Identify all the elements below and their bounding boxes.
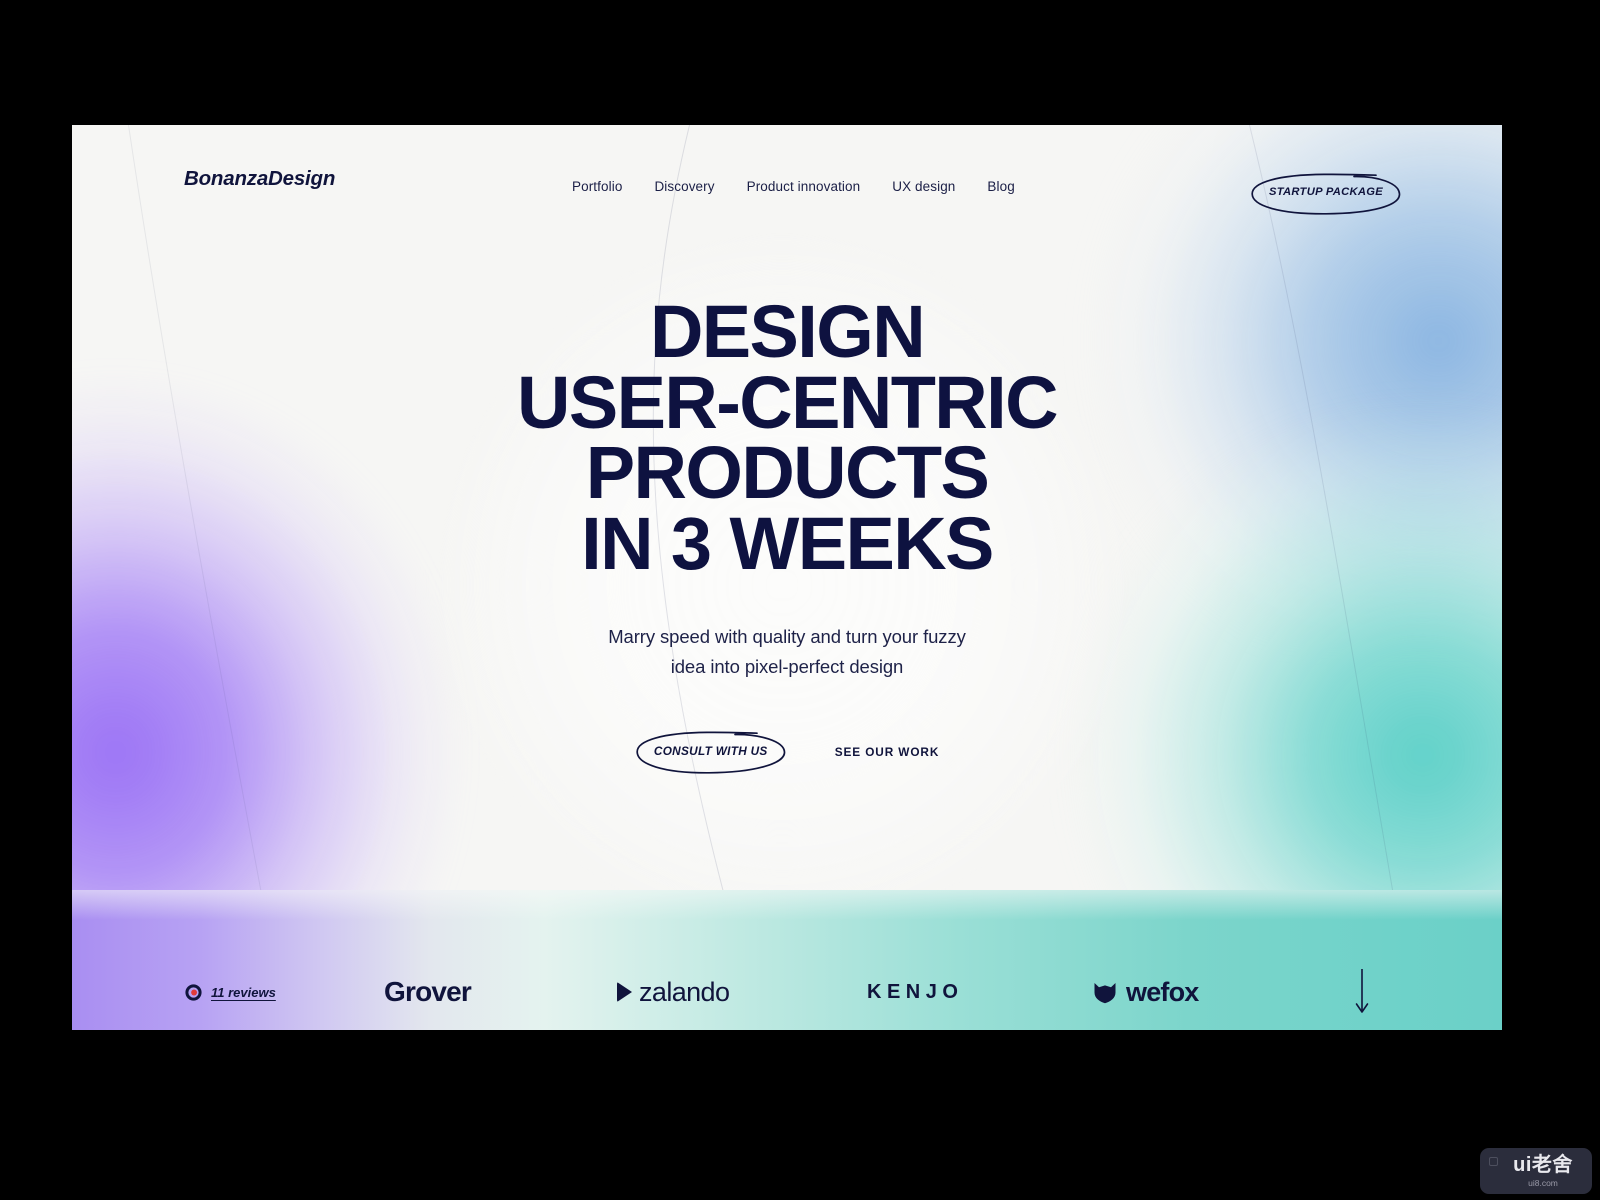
startup-package-button[interactable]: STARTUP PACKAGE — [1250, 171, 1402, 217]
brand-logo-zalando[interactable]: zalando — [617, 976, 730, 1008]
screenshot-stage: 11 reviews Grover zalando KENJO wefox Bo… — [0, 0, 1600, 1200]
zalando-triangle-icon — [617, 982, 632, 1002]
brand-logo-wefox[interactable]: wefox — [1092, 977, 1199, 1008]
site-header: BonanzaDesign Portfolio Discovery Produc… — [72, 125, 1502, 275]
logo-band-top-fade — [72, 890, 1502, 920]
partner-logo-band: 11 reviews Grover zalando KENJO wefox — [72, 890, 1502, 1030]
clutch-reviews[interactable]: 11 reviews — [184, 983, 276, 1002]
watermark-badge: ui老舍 ui8.com — [1480, 1148, 1592, 1194]
headline-line-1: DESIGN — [649, 290, 926, 373]
website-frame: 11 reviews Grover zalando KENJO wefox Bo… — [72, 125, 1502, 1030]
watermark-corner-icon — [1489, 1157, 1498, 1166]
watermark-url: ui8.com — [1528, 1177, 1558, 1188]
nav-item-discovery[interactable]: Discovery — [654, 179, 714, 194]
headline-line-4: IN 3 WEEKS — [581, 501, 994, 585]
page-title: DESIGN USER-CENTRIC PRODUCTS IN 3 WEEKS — [72, 275, 1502, 585]
brand-logo-grover[interactable]: Grover — [384, 976, 472, 1008]
hero-cta-row: CONSULT WITH US SEE OUR WORK — [72, 728, 1502, 776]
watermark-title: ui老舍 — [1513, 1153, 1573, 1176]
zalando-label: zalando — [639, 976, 730, 1007]
wefox-shield-icon — [1092, 979, 1118, 1005]
hero-section: DESIGN USER-CENTRIC PRODUCTS IN 3 WEEKS … — [72, 275, 1502, 776]
reviews-count-label: 11 reviews — [211, 984, 276, 1000]
nav-item-ux-design[interactable]: UX design — [892, 179, 955, 194]
grover-label: Grover — [384, 976, 472, 1007]
hero-subtitle: Marry speed with quality and turn your f… — [72, 622, 1502, 682]
clutch-c-icon — [184, 983, 203, 1002]
see-our-work-link[interactable]: SEE OUR WORK — [835, 745, 940, 759]
wefox-label: wefox — [1126, 976, 1199, 1007]
headline-line-3: PRODUCTS — [585, 431, 990, 515]
startup-package-label: STARTUP PACKAGE — [1268, 186, 1384, 198]
scroll-down-button[interactable] — [1354, 969, 1370, 1015]
arrow-down-icon — [1354, 969, 1370, 1015]
nav-item-portfolio[interactable]: Portfolio — [572, 179, 622, 194]
kenjo-label: KENJO — [867, 980, 964, 1003]
headline-line-2: USER-CENTRIC — [517, 360, 1059, 444]
nav-item-product-innovation[interactable]: Product innovation — [747, 179, 861, 194]
consult-with-us-label: CONSULT WITH US — [653, 743, 768, 758]
subtitle-line-1: Marry speed with quality and turn your f… — [608, 625, 966, 647]
nav-item-blog[interactable]: Blog — [987, 179, 1014, 194]
site-logo[interactable]: BonanzaDesign — [184, 167, 335, 191]
consult-with-us-button[interactable]: CONSULT WITH US — [635, 728, 787, 776]
main-navigation: Portfolio Discovery Product innovation U… — [572, 179, 1015, 194]
brand-logo-kenjo[interactable]: KENJO — [867, 981, 963, 1004]
partner-logos-row: 11 reviews Grover zalando KENJO wefox — [72, 962, 1502, 1022]
subtitle-line-2: idea into pixel-perfect design — [670, 655, 904, 677]
